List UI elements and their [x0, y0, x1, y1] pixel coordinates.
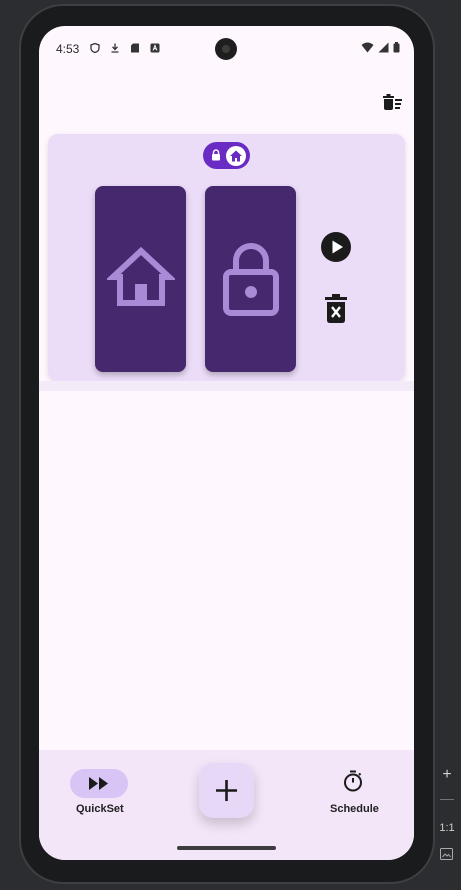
status-time: 4:53 [56, 42, 80, 56]
card-divider-band [39, 381, 414, 391]
wifi-icon [361, 42, 374, 53]
plus-icon [216, 780, 237, 801]
front-camera [215, 38, 237, 60]
sd-card-icon [131, 43, 139, 53]
lock-icon [223, 243, 279, 316]
lock-panel[interactable] [205, 186, 296, 372]
bottom-navigation: QuickSet Schedule [39, 750, 414, 860]
shield-icon [90, 43, 100, 53]
fit-screen-icon[interactable] [440, 848, 453, 860]
delete-forever-icon[interactable] [325, 294, 347, 324]
play-circle-icon[interactable] [321, 232, 351, 262]
signal-icon [378, 42, 389, 53]
system-icons [361, 42, 400, 53]
delete-sweep-icon[interactable] [383, 94, 403, 112]
timer-icon[interactable] [342, 770, 364, 792]
toggle-knob [226, 146, 246, 166]
home-icon [107, 246, 175, 306]
gesture-home-bar[interactable] [177, 846, 276, 850]
home-icon [230, 150, 242, 162]
nav-item-quickset[interactable] [70, 769, 128, 798]
a-badge-icon [150, 43, 160, 53]
nav-label-quickset: QuickSet [76, 803, 124, 815]
status-bar: 4:53 [39, 26, 414, 70]
add-fab-button[interactable] [199, 763, 254, 818]
zoom-actual-size-button[interactable]: 1:1 [433, 822, 461, 834]
mode-toggle[interactable] [203, 142, 250, 169]
zoom-out-button[interactable]: — [433, 790, 461, 806]
nav-label-schedule: Schedule [330, 803, 379, 815]
download-icon [111, 43, 119, 53]
zoom-in-button[interactable]: + [433, 766, 461, 784]
battery-icon [393, 42, 400, 53]
fast-forward-icon [89, 777, 108, 790]
emulator-side-tools: + — 1:1 [433, 760, 461, 870]
lock-icon [212, 149, 220, 161]
phone-screen: 4:53 QuickSet Schedule [39, 26, 414, 860]
home-panel[interactable] [95, 186, 186, 372]
